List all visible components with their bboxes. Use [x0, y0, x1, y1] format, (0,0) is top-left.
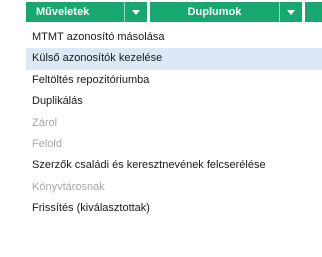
extra-toolbar-button[interactable] — [305, 2, 322, 22]
menu-item-swap-author-names[interactable]: Szerzők családi és keresztnevének felcse… — [26, 155, 322, 176]
duplicates-button-label: Duplumok — [187, 6, 242, 18]
menu-item-duplicate[interactable]: Duplikálás — [26, 91, 322, 112]
menu-item-upload-to-repository[interactable]: Feltöltés repozitóriumba — [26, 70, 322, 91]
duplicates-dropdown-button[interactable]: Duplumok — [150, 2, 302, 22]
toolbar: Műveletek Duplumok — [0, 0, 322, 24]
chevron-down-icon[interactable] — [280, 9, 302, 15]
menu-item-copy-mtmt-id[interactable]: MTMT azonosító másolása — [26, 27, 322, 48]
chevron-down-icon[interactable] — [125, 9, 147, 15]
menu-item-manage-external-ids[interactable]: Külső azonosítók kezelése — [26, 48, 322, 70]
actions-button-label: Műveletek — [36, 6, 90, 18]
menu-item-lock[interactable]: Zárol — [26, 113, 322, 134]
actions-dropdown-menu: MTMT azonosító másolása Külső azonosítók… — [26, 27, 322, 220]
menu-item-for-librarian[interactable]: Könyvtárosnak — [26, 177, 322, 198]
menu-item-unlock[interactable]: Felold — [26, 134, 322, 155]
actions-dropdown-button[interactable]: Műveletek — [26, 2, 147, 22]
menu-item-refresh-selected[interactable]: Frissítés (kiválasztottak) — [26, 198, 322, 219]
